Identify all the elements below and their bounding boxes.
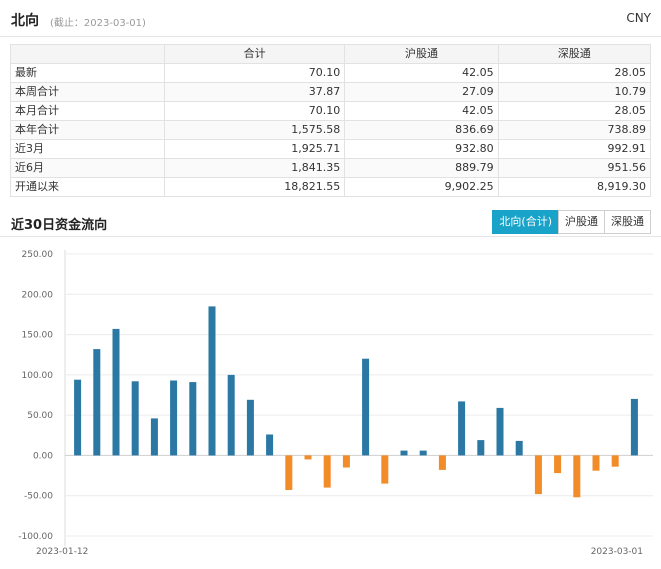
tab-shanghai-connect[interactable]: 沪股通 — [558, 210, 605, 234]
as-of-date: (截止：2023-03-01) — [50, 18, 146, 29]
y-tick-label: 250.00 — [22, 250, 54, 260]
bar — [419, 450, 427, 456]
table-row: 近6月 1,841.35 889.79 951.56 — [9, 158, 652, 178]
column-header-shanghai: 沪股通 — [344, 44, 499, 64]
column-header-shenzhen: 深股通 — [497, 44, 652, 64]
bar — [304, 455, 312, 460]
cell-shanghai: 932.80 — [344, 139, 499, 159]
cell-shenzhen: 10.79 — [497, 82, 652, 102]
bar — [362, 358, 370, 456]
cell-total: 70.10 — [164, 101, 346, 121]
x-tick-label-end: 2023-03-01 — [591, 547, 643, 557]
bar — [131, 381, 139, 456]
bar — [400, 450, 408, 456]
bar — [150, 418, 158, 456]
section-divider — [0, 236, 661, 237]
y-tick-label: 0.00 — [33, 451, 53, 461]
row-label: 近3月 — [9, 139, 166, 159]
table-row: 本周合计 37.87 27.09 10.79 — [9, 82, 652, 102]
cell-total: 37.87 — [164, 82, 346, 102]
bar — [189, 382, 197, 456]
bar — [74, 379, 82, 456]
table-header-row: 合计 沪股通 深股通 — [9, 44, 652, 64]
row-label: 近6月 — [9, 158, 166, 178]
bar — [266, 434, 274, 456]
row-label: 本月合计 — [9, 101, 166, 121]
bar — [438, 455, 446, 470]
bar — [208, 306, 216, 456]
cell-shanghai: 27.09 — [344, 82, 499, 102]
cell-shanghai: 9,902.25 — [344, 177, 499, 197]
bar — [285, 455, 293, 490]
cell-total: 1,925.71 — [164, 139, 346, 159]
tab-shenzhen-connect[interactable]: 深股通 — [604, 210, 651, 234]
bar — [458, 401, 466, 456]
bar — [323, 455, 331, 488]
bar — [534, 455, 542, 495]
column-header-total: 合计 — [164, 44, 346, 64]
currency-label: CNY — [626, 11, 651, 25]
header-bar: 北向 (截止：2023-03-01) CNY — [0, 0, 661, 37]
bar — [227, 374, 235, 456]
table-row: 本年合计 1,575.58 836.69 738.89 — [9, 120, 652, 140]
y-tick-label: -100.00 — [18, 532, 53, 542]
bar — [246, 399, 254, 456]
cell-total: 18,821.55 — [164, 177, 346, 197]
section-title: 近30日资金流向 — [11, 218, 108, 233]
x-tick-label-start: 2023-01-12 — [36, 547, 88, 557]
cell-shenzhen: 738.89 — [497, 120, 652, 140]
row-label: 开通以来 — [9, 177, 166, 197]
fund-flow-chart: 250.00 200.00 150.00 100.00 50.00 0.00 -50.00 -… — [18, 250, 653, 557]
bar — [342, 455, 350, 468]
page-title: 北向 — [11, 13, 39, 29]
cell-shenzhen: 28.05 — [497, 101, 652, 121]
flow-tabs: 北向(合计) 沪股通 深股通 — [492, 210, 651, 234]
y-tick-label: 100.00 — [22, 371, 54, 381]
bar — [515, 440, 523, 456]
bar — [93, 349, 101, 456]
bar — [592, 455, 600, 471]
row-label: 本年合计 — [9, 120, 166, 140]
cell-shenzhen: 28.05 — [497, 63, 652, 83]
row-label: 最新 — [9, 63, 166, 83]
cell-shenzhen: 951.56 — [497, 158, 652, 178]
cell-total: 1,841.35 — [164, 158, 346, 178]
y-tick-label: 150.00 — [22, 331, 54, 341]
cell-shanghai: 42.05 — [344, 101, 499, 121]
table-row: 最新 70.10 42.05 28.05 — [9, 63, 652, 83]
table-row: 本月合计 70.10 42.05 28.05 — [9, 101, 652, 121]
bar — [554, 455, 562, 474]
bar — [496, 407, 504, 456]
bar — [170, 380, 178, 456]
y-tick-label: 50.00 — [27, 411, 53, 421]
cell-shanghai: 889.79 — [344, 158, 499, 178]
bar — [611, 455, 619, 467]
cell-total: 1,575.58 — [164, 120, 346, 140]
bar — [381, 455, 389, 484]
summary-table: 合计 沪股通 深股通 最新 70.10 42.05 28.05 本周合计 37.… — [9, 44, 652, 197]
y-tick-label: -50.00 — [24, 492, 53, 502]
tab-northbound-total[interactable]: 北向(合计) — [492, 210, 559, 234]
bar — [573, 455, 581, 498]
bar — [112, 328, 120, 456]
cell-shanghai: 42.05 — [344, 63, 499, 83]
column-header — [9, 44, 166, 64]
row-label: 本周合计 — [9, 82, 166, 102]
table-row: 开通以来 18,821.55 9,902.25 8,919.30 — [9, 177, 652, 197]
table-row: 近3月 1,925.71 932.80 992.91 — [9, 139, 652, 159]
cell-shanghai: 836.69 — [344, 120, 499, 140]
cell-shenzhen: 8,919.30 — [497, 177, 652, 197]
cell-total: 70.10 — [164, 63, 346, 83]
y-tick-label: 200.00 — [22, 290, 54, 300]
bar — [630, 398, 638, 456]
bar — [477, 440, 485, 456]
cell-shenzhen: 992.91 — [497, 139, 652, 159]
